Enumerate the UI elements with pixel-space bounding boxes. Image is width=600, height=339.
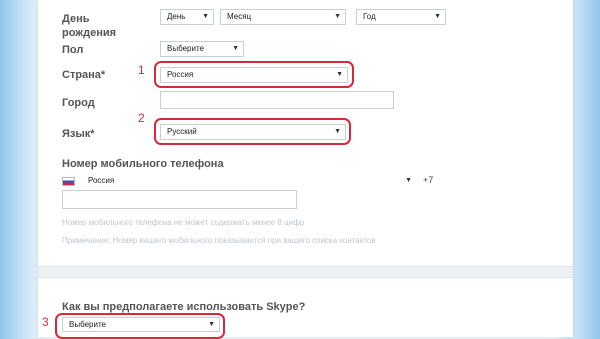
annotation-highlight-1 (154, 61, 354, 88)
chevron-down-icon: ▼ (202, 13, 209, 20)
language-label: Язык* (62, 128, 95, 140)
russia-flag-icon (62, 177, 75, 186)
birthday-day-value: День (167, 12, 186, 21)
gender-select[interactable]: Выберите ▼ (160, 41, 244, 57)
annotation-number-2: 2 (138, 111, 145, 125)
city-label: Город (62, 97, 95, 109)
section-divider (38, 266, 573, 278)
birthday-day-select[interactable]: День ▼ (160, 9, 214, 25)
birthday-year-select[interactable]: Год ▼ (356, 9, 446, 25)
birthday-month-value: Месяц (227, 12, 252, 21)
gender-value: Выберите (167, 44, 204, 53)
birthday-year-value: Год (363, 12, 376, 21)
usage-label: Как вы предполагаете использовать Skype? (62, 301, 306, 313)
mobile-country-value: Россия (88, 176, 115, 185)
birthday-month-select[interactable]: Месяц ▼ (220, 9, 346, 25)
city-input[interactable] (160, 91, 394, 109)
mobile-number-input[interactable] (62, 190, 297, 209)
country-label: Страна* (62, 69, 106, 81)
chevron-down-icon: ▼ (434, 13, 441, 20)
chevron-down-icon: ▼ (232, 45, 239, 52)
birthday-label: День рождения (62, 13, 117, 39)
faded-top-text (62, 0, 482, 5)
chevron-down-icon: ▼ (334, 13, 341, 20)
annotation-highlight-2 (154, 118, 351, 145)
annotation-number-3: 3 (42, 315, 49, 329)
annotation-number-1: 1 (138, 63, 145, 77)
country-code: +7 (423, 175, 434, 185)
mobile-country-select[interactable]: Россия ▼ (82, 174, 416, 188)
annotation-highlight-3 (55, 313, 225, 339)
chevron-down-icon: ▼ (405, 177, 412, 184)
mobile-hint-note: Примечание: Номер вашего мобильного пока… (62, 236, 376, 245)
gender-label: Пол (62, 44, 84, 56)
mobile-label: Номер мобильного телефона (62, 158, 224, 170)
mobile-hint-min-digits: Номер мобильного телефона не может содер… (62, 218, 305, 227)
